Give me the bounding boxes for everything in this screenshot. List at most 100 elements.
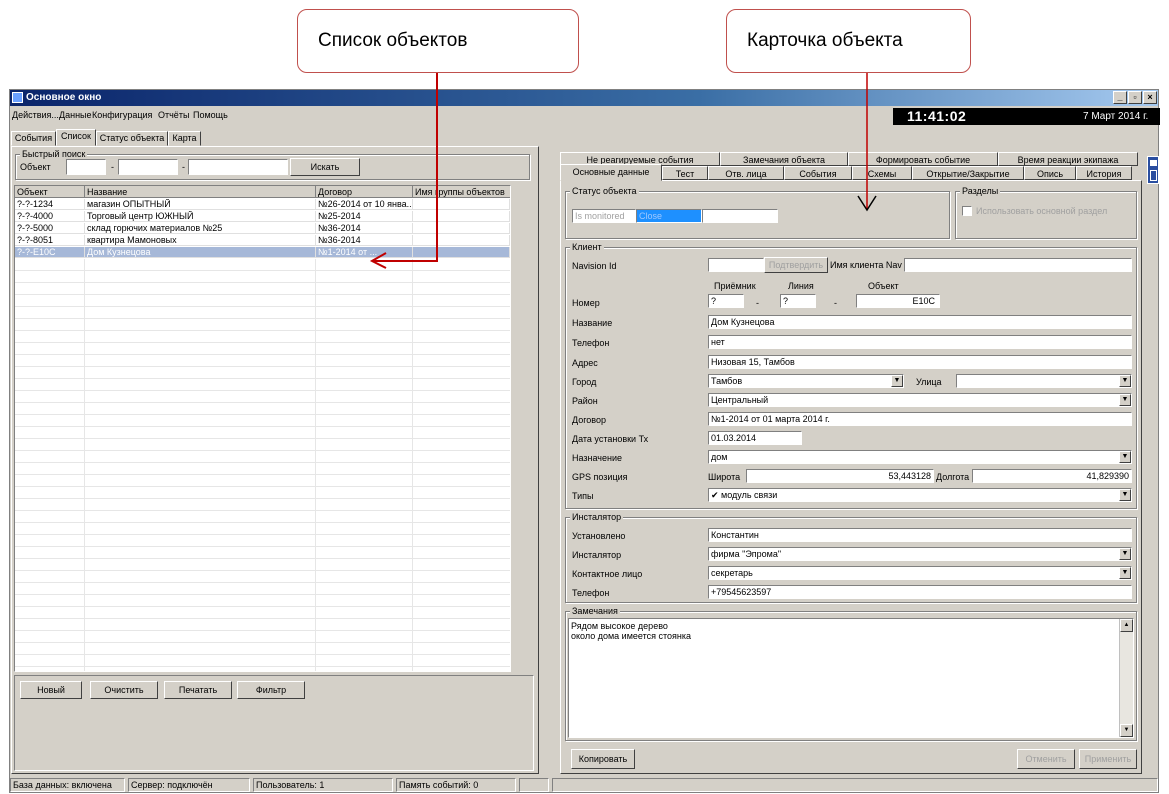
- status-event-memory: Память событий: 0: [396, 778, 516, 792]
- status-bar: База данных: включена Сервер: подключён …: [10, 776, 1158, 794]
- copy-button[interactable]: Копировать: [571, 749, 635, 769]
- chevron-down-icon[interactable]: ▼: [1119, 567, 1131, 579]
- tab-inventory[interactable]: Опись: [1024, 166, 1076, 180]
- callout-object-list-text: Список объектов: [318, 30, 468, 51]
- chevron-down-icon[interactable]: ▼: [1119, 489, 1131, 501]
- name-input[interactable]: Дом Кузнецова: [708, 315, 1132, 329]
- install-date-input[interactable]: 01.03.2014: [708, 431, 802, 445]
- types-label: Типы: [572, 491, 594, 501]
- chevron-down-icon[interactable]: ▼: [1119, 375, 1131, 387]
- table-row[interactable]: ?-?-8051 квартира Мамоновых №36-2014: [15, 235, 510, 246]
- tab-schemes[interactable]: Схемы: [852, 166, 912, 180]
- installer-phone-input[interactable]: +79545623597: [708, 585, 1132, 599]
- tab-basic-data[interactable]: Основные данные: [560, 164, 662, 181]
- maximize-button[interactable]: ▫: [1128, 91, 1142, 104]
- apply-button[interactable]: Применить: [1079, 749, 1137, 769]
- city-select[interactable]: Тамбов ▼: [708, 374, 904, 388]
- installed-input[interactable]: Константин: [708, 528, 1132, 542]
- line-input[interactable]: ?: [780, 294, 816, 308]
- menu-data[interactable]: Данные: [59, 110, 92, 120]
- object-input[interactable]: E10C: [856, 294, 940, 308]
- tab-object-status[interactable]: Статус объекта: [96, 131, 168, 146]
- tab-history[interactable]: История: [1076, 166, 1132, 180]
- chevron-down-icon[interactable]: ▼: [891, 375, 903, 387]
- callout-object-card-text: Карточка объекта: [747, 30, 903, 51]
- left-panel: Быстрый поиск Объект - - Искать Объект Н…: [11, 146, 539, 774]
- notes-textarea[interactable]: Рядом высокое дерево около дома имеется …: [568, 618, 1134, 738]
- new-button[interactable]: Новый: [20, 681, 82, 699]
- search-receiver-input[interactable]: [66, 159, 106, 175]
- side-toolbar-icon-2[interactable]: [1150, 170, 1157, 181]
- col-header-contract[interactable]: Договор: [316, 186, 413, 198]
- quick-search-group: Быстрый поиск Объект - - Искать: [15, 149, 530, 180]
- contact-select[interactable]: секретарь ▼: [708, 566, 1132, 580]
- clear-button[interactable]: Очистить: [90, 681, 158, 699]
- menu-actions[interactable]: Действия...: [12, 110, 59, 120]
- cell-object: ?-?-4000: [15, 211, 85, 222]
- tab-crew-reaction-time[interactable]: Время реакции экипажа: [998, 152, 1138, 166]
- tab-events[interactable]: События: [11, 131, 56, 146]
- tab-object-remarks[interactable]: Замечания объекта: [720, 152, 848, 166]
- purpose-select[interactable]: дом ▼: [708, 450, 1132, 464]
- address-input[interactable]: Низовая 15, Тамбов: [708, 355, 1132, 369]
- receiver-input[interactable]: ?: [708, 294, 744, 308]
- scroll-down-icon[interactable]: ▼: [1120, 724, 1133, 737]
- street-select[interactable]: ▼: [956, 374, 1132, 388]
- col-header-group[interactable]: Имя группы объектов: [413, 186, 510, 198]
- close-button[interactable]: ×: [1143, 91, 1157, 104]
- col-header-object[interactable]: Объект: [15, 186, 85, 198]
- longitude-input[interactable]: 41,829390: [972, 469, 1132, 483]
- cancel-button[interactable]: Отменить: [1017, 749, 1075, 769]
- chevron-down-icon[interactable]: ▼: [1119, 394, 1131, 406]
- side-toolbar-icon[interactable]: [1150, 160, 1157, 166]
- installer-value: фирма "Эпрома": [711, 549, 782, 559]
- contract-input[interactable]: №1-2014 от 01 марта 2014 г.: [708, 412, 1132, 426]
- menu-help[interactable]: Помощь: [193, 110, 228, 120]
- object-grid[interactable]: Объект Название Договор Имя группы объек…: [14, 185, 511, 672]
- table-row[interactable]: ?-?-4000 Торговый центр ЮЖНЫЙ №25-2014: [15, 211, 510, 222]
- types-select[interactable]: ✔ модуль связи ▼: [708, 488, 1132, 502]
- tab-form-event[interactable]: Формировать событие: [848, 152, 998, 166]
- callout-object-card: Карточка объекта: [726, 9, 971, 73]
- table-row-selected[interactable]: ?-?-E10C Дом Кузнецова №1-2014 от ...: [15, 247, 510, 258]
- menu-reports[interactable]: Отчёты: [158, 110, 189, 120]
- navision-input[interactable]: [708, 258, 764, 272]
- tab-test[interactable]: Тест: [662, 166, 708, 180]
- table-row[interactable]: ?-?-1234 магазин ОПЫТНЫЙ №26-2014 от 10 …: [15, 199, 510, 210]
- cell-object: ?-?-5000: [15, 223, 85, 234]
- confirm-button[interactable]: Подтвердить: [764, 257, 828, 273]
- chevron-down-icon[interactable]: ▼: [1119, 451, 1131, 463]
- cell-contract: №1-2014 от ...: [316, 247, 413, 258]
- col-header-name[interactable]: Название: [85, 186, 316, 198]
- search-line-input[interactable]: [118, 159, 178, 175]
- phone-input[interactable]: нет: [708, 335, 1132, 349]
- cell-contract: №25-2014: [316, 211, 413, 222]
- tab-list[interactable]: Список: [56, 129, 96, 146]
- chevron-down-icon[interactable]: ▼: [1119, 548, 1131, 560]
- menu-configuration[interactable]: Конфигурация: [92, 110, 152, 120]
- main-window: Основное окно _ ▫ × Действия... Данные К…: [9, 89, 1160, 794]
- latitude-input[interactable]: 53,443128: [746, 469, 934, 483]
- notes-scrollbar[interactable]: ▲ ▼: [1119, 619, 1133, 737]
- tab-responsible-persons[interactable]: Отв. лица: [708, 166, 784, 180]
- print-button[interactable]: Печатать: [164, 681, 232, 699]
- close-field: Close: [636, 209, 702, 223]
- tab-open-close[interactable]: Открытие/Закрытие: [912, 166, 1024, 180]
- use-main-section-checkbox[interactable]: [962, 206, 972, 216]
- district-select[interactable]: Центральный ▼: [708, 393, 1132, 407]
- types-value: ✔ модуль связи: [711, 490, 778, 500]
- status-empty-field: [702, 209, 778, 223]
- tab-map[interactable]: Карта: [168, 131, 201, 146]
- minimize-button[interactable]: _: [1113, 91, 1127, 104]
- search-object-input[interactable]: [188, 159, 288, 175]
- monitored-field: Is monitored: [572, 209, 636, 223]
- search-sep-2: -: [182, 162, 185, 172]
- table-row[interactable]: ?-?-5000 склад горючих материалов №25 №3…: [15, 223, 510, 234]
- object-status-title: Статус объекта: [570, 186, 639, 196]
- filter-button[interactable]: Фильтр: [237, 681, 305, 699]
- search-button[interactable]: Искать: [290, 158, 360, 176]
- tab-events[interactable]: События: [784, 166, 852, 180]
- scroll-up-icon[interactable]: ▲: [1120, 619, 1133, 632]
- nav-name-input[interactable]: [904, 258, 1132, 272]
- installer-select[interactable]: фирма "Эпрома" ▼: [708, 547, 1132, 561]
